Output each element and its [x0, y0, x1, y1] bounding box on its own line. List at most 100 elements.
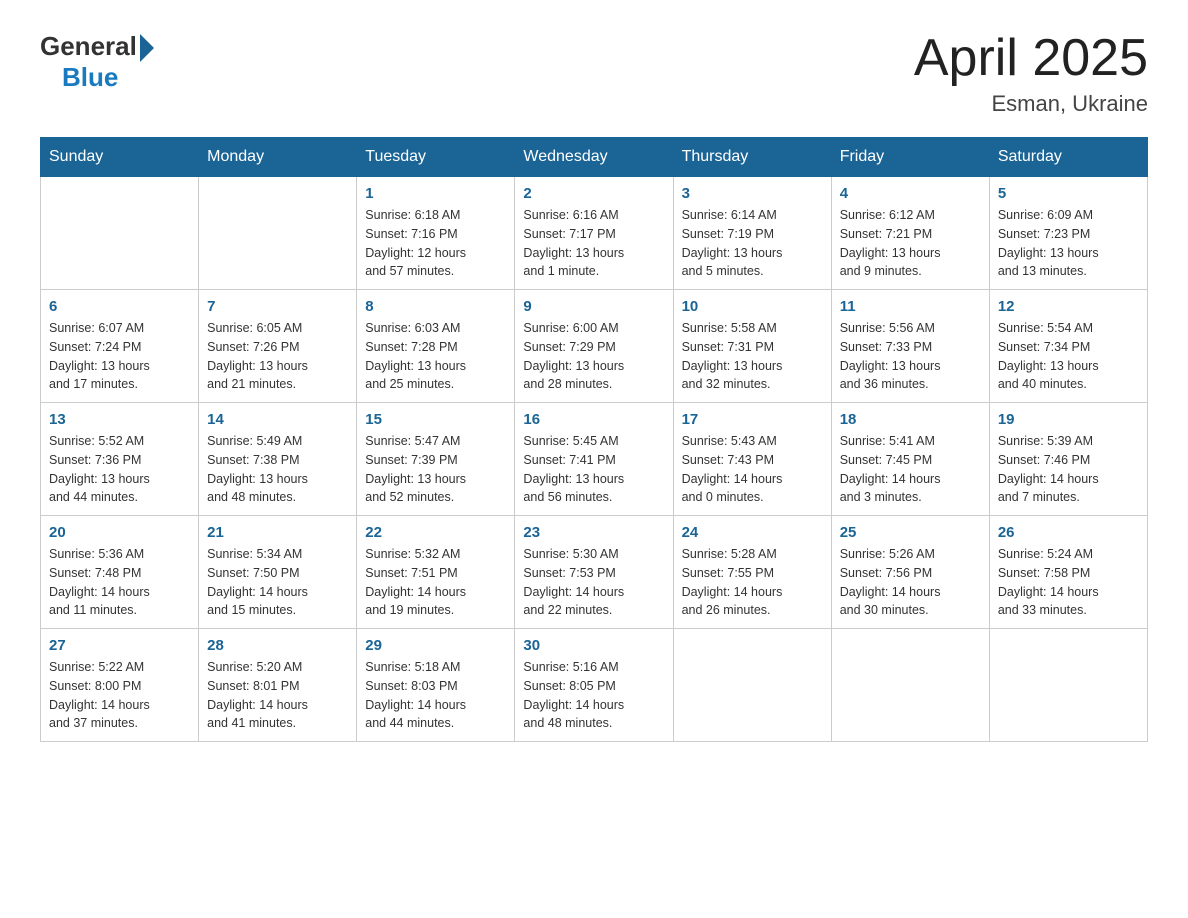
- week-row-2: 6Sunrise: 6:07 AMSunset: 7:24 PMDaylight…: [41, 290, 1148, 403]
- day-info: Sunrise: 6:00 AMSunset: 7:29 PMDaylight:…: [523, 319, 664, 394]
- day-number: 14: [207, 411, 348, 428]
- week-row-5: 27 Sunrise: 5:22 AMSunset: 8:00 PMDayligh…: [41, 629, 1148, 742]
- day-number: 30: [523, 637, 664, 654]
- day-info: Sunrise: 5:22 AMSunset: 8:00 PMDaylight:…: [49, 658, 190, 733]
- calendar-cell: 25 Sunrise: 5:26 AMSunset: 7:56 PMDayligh…: [831, 516, 989, 629]
- calendar-cell: 29 Sunrise: 5:18 AMSunset: 8:03 PMDayligh…: [357, 629, 515, 742]
- day-number: 24: [682, 524, 823, 541]
- calendar-cell: 21 Sunrise: 5:34 AMSunset: 7:50 PMDayligh…: [199, 516, 357, 629]
- calendar-cell: 11Sunrise: 5:56 AMSunset: 7:33 PMDayligh…: [831, 290, 989, 403]
- day-number: 8: [365, 298, 506, 315]
- calendar-cell: 27 Sunrise: 5:22 AMSunset: 8:00 PMDayligh…: [41, 629, 199, 742]
- calendar-title: April 2025: [914, 30, 1148, 87]
- calendar-cell: 9 Sunrise: 6:00 AMSunset: 7:29 PMDaylight…: [515, 290, 673, 403]
- day-info: Sunrise: 5:26 AMSunset: 7:56 PMDaylight:…: [840, 545, 981, 620]
- day-info: Sunrise: 6:09 AMSunset: 7:23 PMDaylight:…: [998, 206, 1139, 281]
- day-number: 13: [49, 411, 190, 428]
- logo-triangle-icon: [140, 34, 154, 62]
- day-number: 2: [523, 185, 664, 202]
- title-block: April 2025 Esman, Ukraine: [914, 30, 1148, 117]
- day-number: 23: [523, 524, 664, 541]
- calendar-cell: 5 Sunrise: 6:09 AMSunset: 7:23 PMDaylight…: [989, 177, 1147, 290]
- day-info: Sunrise: 5:47 AMSunset: 7:39 PMDaylight:…: [365, 432, 506, 507]
- day-info: Sunrise: 6:12 AMSunset: 7:21 PMDaylight:…: [840, 206, 981, 281]
- day-number: 21: [207, 524, 348, 541]
- calendar-cell: 6Sunrise: 6:07 AMSunset: 7:24 PMDaylight…: [41, 290, 199, 403]
- calendar-cell: 28 Sunrise: 5:20 AMSunset: 8:01 PMDayligh…: [199, 629, 357, 742]
- day-number: 25: [840, 524, 981, 541]
- day-info: Sunrise: 5:28 AMSunset: 7:55 PMDaylight:…: [682, 545, 823, 620]
- day-info: Sunrise: 6:18 AMSunset: 7:16 PMDaylight:…: [365, 206, 506, 281]
- calendar-cell: 19 Sunrise: 5:39 AMSunset: 7:46 PMDayligh…: [989, 403, 1147, 516]
- day-number: 4: [840, 185, 981, 202]
- logo: General Blue: [40, 30, 154, 93]
- week-row-3: 13 Sunrise: 5:52 AMSunset: 7:36 PMDayligh…: [41, 403, 1148, 516]
- day-info: Sunrise: 5:32 AMSunset: 7:51 PMDaylight:…: [365, 545, 506, 620]
- calendar-cell: 18Sunrise: 5:41 AMSunset: 7:45 PMDayligh…: [831, 403, 989, 516]
- calendar-cell: [41, 177, 199, 290]
- calendar-cell: 26Sunrise: 5:24 AMSunset: 7:58 PMDayligh…: [989, 516, 1147, 629]
- calendar-cell: [199, 177, 357, 290]
- calendar-cell: 12Sunrise: 5:54 AMSunset: 7:34 PMDayligh…: [989, 290, 1147, 403]
- day-number: 11: [840, 298, 981, 315]
- calendar-cell: 4 Sunrise: 6:12 AMSunset: 7:21 PMDaylight…: [831, 177, 989, 290]
- week-row-4: 20 Sunrise: 5:36 AMSunset: 7:48 PMDayligh…: [41, 516, 1148, 629]
- calendar-cell: 7Sunrise: 6:05 AMSunset: 7:26 PMDaylight…: [199, 290, 357, 403]
- col-header-wednesday: Wednesday: [515, 138, 673, 177]
- day-info: Sunrise: 5:34 AMSunset: 7:50 PMDaylight:…: [207, 545, 348, 620]
- day-info: Sunrise: 6:03 AMSunset: 7:28 PMDaylight:…: [365, 319, 506, 394]
- calendar-cell: 23 Sunrise: 5:30 AMSunset: 7:53 PMDayligh…: [515, 516, 673, 629]
- week-row-1: 1Sunrise: 6:18 AMSunset: 7:16 PMDaylight…: [41, 177, 1148, 290]
- day-info: Sunrise: 5:45 AMSunset: 7:41 PMDaylight:…: [523, 432, 664, 507]
- day-number: 20: [49, 524, 190, 541]
- calendar-cell: 17Sunrise: 5:43 AMSunset: 7:43 PMDayligh…: [673, 403, 831, 516]
- col-header-saturday: Saturday: [989, 138, 1147, 177]
- day-info: Sunrise: 5:20 AMSunset: 8:01 PMDaylight:…: [207, 658, 348, 733]
- col-header-thursday: Thursday: [673, 138, 831, 177]
- calendar-cell: 14Sunrise: 5:49 AMSunset: 7:38 PMDayligh…: [199, 403, 357, 516]
- day-number: 19: [998, 411, 1139, 428]
- calendar-cell: 24 Sunrise: 5:28 AMSunset: 7:55 PMDayligh…: [673, 516, 831, 629]
- calendar-cell: 3 Sunrise: 6:14 AMSunset: 7:19 PMDaylight…: [673, 177, 831, 290]
- calendar-cell: 22 Sunrise: 5:32 AMSunset: 7:51 PMDayligh…: [357, 516, 515, 629]
- logo-general-text: General: [40, 31, 137, 62]
- day-number: 29: [365, 637, 506, 654]
- day-number: 5: [998, 185, 1139, 202]
- day-number: 16: [523, 411, 664, 428]
- day-info: Sunrise: 5:52 AMSunset: 7:36 PMDaylight:…: [49, 432, 190, 507]
- day-info: Sunrise: 5:30 AMSunset: 7:53 PMDaylight:…: [523, 545, 664, 620]
- calendar-cell: 8 Sunrise: 6:03 AMSunset: 7:28 PMDaylight…: [357, 290, 515, 403]
- day-info: Sunrise: 5:18 AMSunset: 8:03 PMDaylight:…: [365, 658, 506, 733]
- calendar-cell: 30 Sunrise: 5:16 AMSunset: 8:05 PMDayligh…: [515, 629, 673, 742]
- calendar-cell: 13 Sunrise: 5:52 AMSunset: 7:36 PMDayligh…: [41, 403, 199, 516]
- day-number: 18: [840, 411, 981, 428]
- day-number: 6: [49, 298, 190, 315]
- calendar-cell: 16 Sunrise: 5:45 AMSunset: 7:41 PMDayligh…: [515, 403, 673, 516]
- calendar-cell: 2 Sunrise: 6:16 AMSunset: 7:17 PMDaylight…: [515, 177, 673, 290]
- calendar-table: SundayMondayTuesdayWednesdayThursdayFrid…: [40, 137, 1148, 742]
- calendar-location: Esman, Ukraine: [914, 91, 1148, 117]
- col-header-sunday: Sunday: [41, 138, 199, 177]
- calendar-cell: [831, 629, 989, 742]
- day-info: Sunrise: 6:14 AMSunset: 7:19 PMDaylight:…: [682, 206, 823, 281]
- day-info: Sunrise: 5:39 AMSunset: 7:46 PMDaylight:…: [998, 432, 1139, 507]
- day-number: 3: [682, 185, 823, 202]
- day-info: Sunrise: 5:58 AMSunset: 7:31 PMDaylight:…: [682, 319, 823, 394]
- col-header-friday: Friday: [831, 138, 989, 177]
- day-info: Sunrise: 5:43 AMSunset: 7:43 PMDaylight:…: [682, 432, 823, 507]
- day-info: Sunrise: 6:16 AMSunset: 7:17 PMDaylight:…: [523, 206, 664, 281]
- day-number: 7: [207, 298, 348, 315]
- day-number: 15: [365, 411, 506, 428]
- day-number: 22: [365, 524, 506, 541]
- day-number: 28: [207, 637, 348, 654]
- day-number: 12: [998, 298, 1139, 315]
- header-row: SundayMondayTuesdayWednesdayThursdayFrid…: [41, 138, 1148, 177]
- day-info: Sunrise: 5:16 AMSunset: 8:05 PMDaylight:…: [523, 658, 664, 733]
- day-number: 27: [49, 637, 190, 654]
- calendar-cell: 20 Sunrise: 5:36 AMSunset: 7:48 PMDayligh…: [41, 516, 199, 629]
- calendar-cell: 15 Sunrise: 5:47 AMSunset: 7:39 PMDayligh…: [357, 403, 515, 516]
- day-info: Sunrise: 5:36 AMSunset: 7:48 PMDaylight:…: [49, 545, 190, 620]
- day-number: 9: [523, 298, 664, 315]
- col-header-monday: Monday: [199, 138, 357, 177]
- day-info: Sunrise: 5:24 AMSunset: 7:58 PMDaylight:…: [998, 545, 1139, 620]
